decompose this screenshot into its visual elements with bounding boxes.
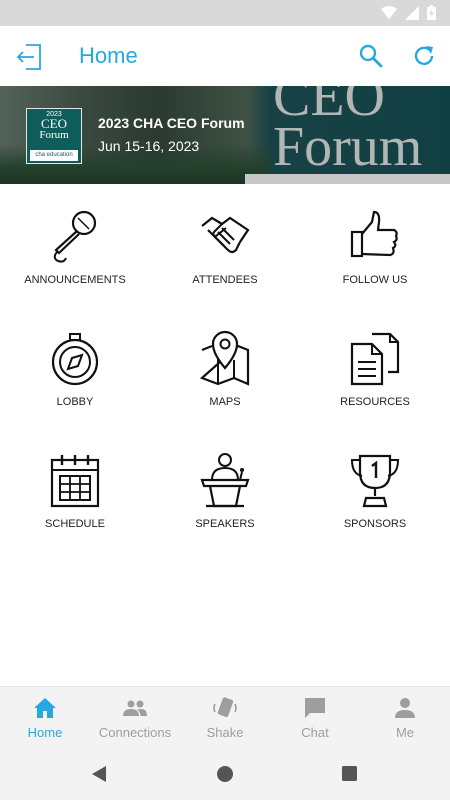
tile-label: MAPS (209, 396, 241, 408)
person-icon (395, 698, 415, 718)
recents-nav-icon[interactable] (341, 765, 358, 782)
tile-label: ATTENDEES (192, 274, 258, 286)
event-name: 2023 CHA CEO Forum (98, 115, 245, 131)
wifi-icon (381, 5, 397, 19)
people-icon (123, 700, 147, 716)
tile-label: SCHEDULE (45, 518, 105, 530)
tile-follow-us[interactable]: FOLLOW US (300, 184, 450, 306)
tab-connections[interactable]: Connections (90, 687, 180, 749)
search-icon[interactable] (358, 43, 384, 69)
tile-label: SPONSORS (343, 518, 407, 530)
event-banner[interactable]: CEO Forum 2023 CEO Forum cha education (0, 86, 450, 184)
documents-icon (350, 332, 400, 386)
tab-shake[interactable]: Shake (180, 687, 270, 749)
home-icon (34, 698, 56, 718)
system-nav-bar (0, 748, 450, 800)
event-dates: Jun 15-16, 2023 (98, 138, 200, 154)
microphone-icon (53, 210, 97, 263)
refresh-icon[interactable] (411, 43, 437, 69)
tile-sponsors[interactable]: SPONSORS (300, 428, 450, 550)
speaker-podium-icon (200, 453, 250, 508)
cell-signal-icon (405, 5, 419, 20)
tile-maps[interactable]: MAPS (150, 306, 300, 428)
tile-resources[interactable]: RESOURCES (300, 306, 450, 428)
shake-phone-icon (213, 697, 237, 717)
tile-schedule[interactable]: SCHEDULE (0, 428, 150, 550)
compass-icon (51, 333, 99, 386)
back-nav-icon[interactable] (90, 765, 108, 783)
tile-label: LOBBY (56, 396, 94, 408)
tile-announcements[interactable]: ANNOUNCEMENTS (0, 184, 150, 306)
home-nav-icon[interactable] (216, 765, 234, 783)
logout-icon[interactable] (14, 42, 44, 72)
tab-me[interactable]: Me (360, 687, 450, 749)
status-bar (0, 0, 450, 26)
handshake-icon (201, 216, 250, 254)
tile-label: RESOURCES (340, 396, 410, 408)
bottom-tab-bar: Home Connections Shake Chat Me (0, 686, 450, 749)
tab-home[interactable]: Home (0, 687, 90, 749)
thumbs-up-icon (350, 210, 398, 258)
banner-title-graphic: CEO Forum (273, 86, 423, 178)
tab-chat[interactable]: Chat (270, 687, 360, 749)
battery-icon (427, 5, 436, 20)
tile-label: FOLLOW US (342, 274, 408, 286)
app-bar: Home (0, 26, 450, 86)
trophy-icon (350, 454, 400, 508)
tile-label: SPEAKERS (195, 518, 255, 530)
map-icon (200, 330, 250, 386)
page-title: Home (79, 43, 138, 68)
banner-divider (245, 174, 450, 184)
chat-icon (305, 698, 325, 718)
tile-speakers[interactable]: SPEAKERS (150, 428, 300, 550)
tile-label: ANNOUNCEMENTS (24, 274, 126, 286)
tile-lobby[interactable]: LOBBY (0, 306, 150, 428)
event-logo: 2023 CEO Forum cha education (26, 108, 82, 164)
tile-attendees[interactable]: ATTENDEES (150, 184, 300, 306)
calendar-icon (50, 455, 100, 508)
